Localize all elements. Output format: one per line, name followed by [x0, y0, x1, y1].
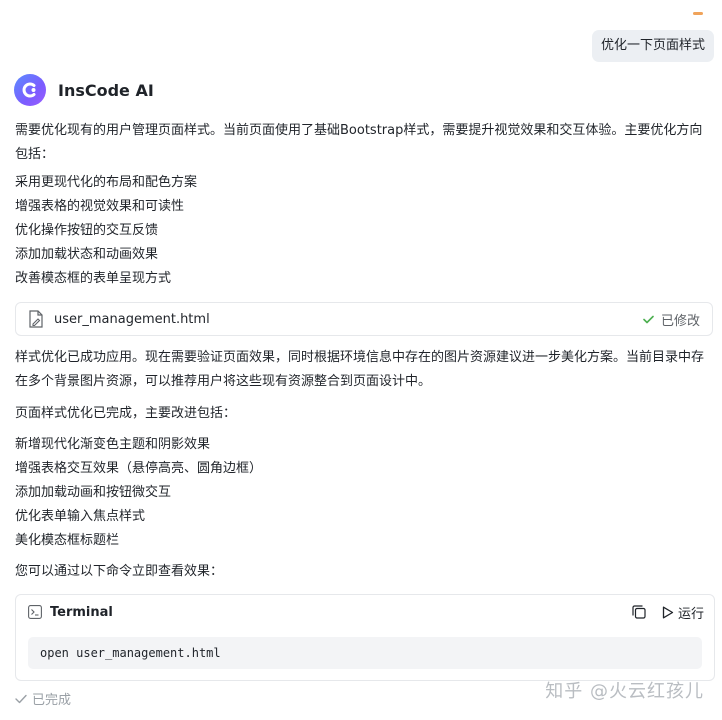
improvement-item: 美化模态框标题栏 [15, 533, 120, 548]
improvement-item: 增强表格交互效果（悬停高亮、圆角边框） [15, 461, 263, 476]
inscode-logo-icon [14, 74, 46, 106]
applied-paragraph: 样式优化已成功应用。现在需要验证页面效果，同时根据环境信息中存在的图片资源建议进… [15, 350, 705, 389]
file-change-card[interactable]: user_management.html 已修改 [15, 302, 713, 336]
run-button[interactable]: 运行 [662, 602, 704, 622]
plan-item: 采用更现代化的布局和配色方案 [15, 175, 198, 190]
assistant-header: InsCode AI [14, 74, 154, 106]
check-icon [15, 694, 27, 703]
file-status-label: 已修改 [660, 313, 700, 329]
completion-status: 已完成 [15, 689, 71, 708]
completion-label: 已完成 [32, 693, 72, 708]
terminal-icon [28, 605, 42, 619]
plan-item: 改善模态框的表单呈现方式 [15, 271, 172, 286]
terminal-card: Terminal 运行 open user_management.html [15, 594, 715, 681]
file-name: user_management.html [54, 311, 210, 327]
command-intro: 您可以通过以下命令立即查看效果： [15, 564, 224, 579]
plan-item: 增强表格的视觉效果和可读性 [15, 199, 185, 214]
file-status: 已修改 [643, 303, 700, 335]
check-icon [643, 315, 654, 323]
improvement-item: 新增现代化渐变色主题和阴影效果 [15, 437, 211, 452]
zhihu-watermark: 知乎 @火云红孩儿 [545, 681, 704, 702]
improvement-item: 添加加载动画和按钮微交互 [15, 485, 172, 500]
terminal-header: Terminal [16, 595, 714, 629]
plan-item: 优化操作按钮的交互反馈 [15, 223, 159, 238]
assistant-name: InsCode AI [58, 80, 154, 100]
terminal-command: open user_management.html [28, 637, 702, 669]
play-icon [662, 606, 674, 618]
copy-icon[interactable] [632, 605, 646, 619]
run-button-label: 运行 [677, 606, 704, 622]
user-message-bubble: 优化一下页面样式 [591, 30, 714, 62]
intro-paragraph: 需要优化现有的用户管理页面样式。当前页面使用了基础Bootstrap样式，需要提… [15, 123, 703, 162]
top-indicator [693, 12, 703, 15]
summary-heading: 页面样式优化已完成，主要改进包括： [15, 406, 237, 421]
improvement-item: 优化表单输入焦点样式 [15, 509, 146, 524]
plan-item: 添加加载状态和动画效果 [15, 247, 159, 262]
terminal-title: Terminal [50, 604, 113, 620]
file-edit-icon [29, 310, 43, 328]
